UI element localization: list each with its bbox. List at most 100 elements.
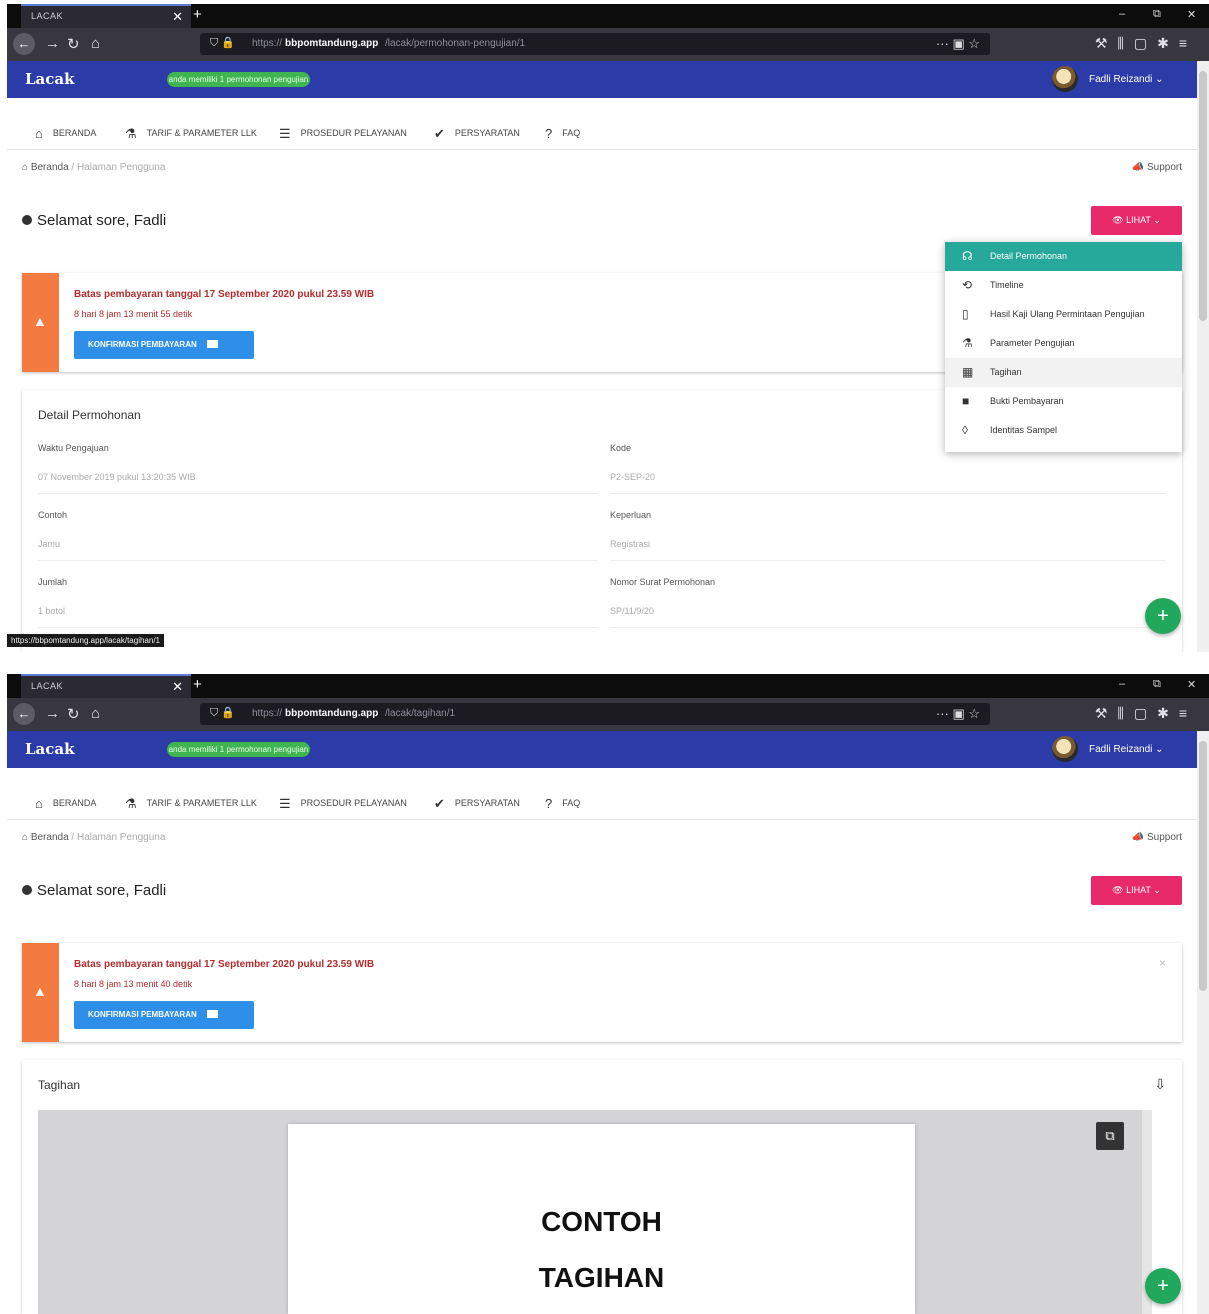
window-close-icon[interactable]: ✕ bbox=[1187, 8, 1196, 21]
breadcrumb-home-icon: ⌂ bbox=[22, 832, 29, 843]
browser-tab[interactable]: LACAK ✕ bbox=[21, 4, 191, 28]
avatar[interactable] bbox=[1052, 736, 1078, 762]
tab-title: LACAK bbox=[31, 681, 64, 691]
tab-close-icon[interactable]: ✕ bbox=[172, 9, 183, 25]
back-icon[interactable]: ← bbox=[13, 33, 35, 55]
menu-prosedur[interactable]: ☰ PROSEDUR PELAYANAN bbox=[279, 126, 407, 142]
page-scrollbar[interactable] bbox=[1197, 61, 1209, 652]
url-bar[interactable]: ⛉ 🔒 https:// bbpomtandung.app /lacak/tag… bbox=[200, 703, 990, 725]
app-logo[interactable]: Lacak bbox=[25, 740, 75, 758]
forward-icon[interactable]: → bbox=[45, 35, 60, 52]
dropdown-item-detail[interactable]: ☊ Detail Permohonan bbox=[945, 242, 1182, 271]
new-tab-button[interactable]: + bbox=[193, 676, 202, 693]
app-logo[interactable]: Lacak bbox=[25, 70, 75, 88]
user-menu[interactable]: Fadli Reizandi ⌄ bbox=[1089, 744, 1164, 755]
bookmark-star-icon[interactable]: ··· ▣ ☆ bbox=[936, 36, 980, 52]
dropdown-item-tagihan[interactable]: ▦ Tagihan bbox=[945, 358, 1182, 387]
open-external-icon[interactable]: ⧉ bbox=[1096, 1122, 1124, 1150]
user-name: Fadli Reizandi bbox=[1089, 74, 1153, 85]
flask-icon: ⚗ bbox=[962, 336, 973, 350]
alert-side: ▲ bbox=[22, 943, 59, 1042]
menu-persyaratan[interactable]: ✔ PERSYARATAN bbox=[434, 796, 520, 812]
fab-add-button[interactable]: + bbox=[1145, 1268, 1181, 1304]
megaphone-icon: 📣 bbox=[1131, 162, 1145, 173]
divider bbox=[38, 627, 598, 628]
toolbar-extension-icons[interactable]: ⚒⫼▢✱≡ bbox=[1095, 705, 1197, 722]
user-menu[interactable]: Fadli Reizandi ⌄ bbox=[1089, 74, 1164, 85]
back-icon[interactable]: ← bbox=[13, 703, 35, 725]
url-protocol: https:// bbox=[252, 708, 283, 719]
breadcrumb-home[interactable]: Beranda bbox=[31, 162, 69, 173]
new-tab-button[interactable]: + bbox=[193, 6, 202, 23]
menu-prosedur[interactable]: ☰ PROSEDUR PELAYANAN bbox=[279, 796, 407, 812]
document-viewer[interactable]: CONTOH TAGIHAN ⧉ bbox=[38, 1110, 1152, 1314]
restore-icon[interactable]: ⧉ bbox=[1153, 8, 1161, 21]
page-title: Selamat sore, Fadli bbox=[22, 212, 166, 229]
page-scrollbar[interactable] bbox=[1197, 731, 1209, 1314]
tab-title: LACAK bbox=[31, 11, 64, 21]
check-icon: ✔ bbox=[434, 126, 445, 141]
status-badge[interactable]: anda memiliki 1 permohonan pengujian bbox=[167, 72, 310, 87]
dropdown-item-parameter[interactable]: ⚗ Parameter Pengujian bbox=[945, 329, 1182, 358]
breadcrumb-current: Halaman Pengguna bbox=[76, 162, 166, 173]
avatar[interactable] bbox=[1052, 66, 1078, 92]
confirm-payment-button[interactable]: KONFIRMASI PEMBAYARAN bbox=[74, 331, 254, 359]
confirm-payment-button[interactable]: KONFIRMASI PEMBAYARAN bbox=[74, 1001, 254, 1029]
divider bbox=[38, 493, 598, 494]
list-icon: ☰ bbox=[279, 796, 291, 811]
divider bbox=[610, 560, 1166, 561]
alert-close-icon[interactable]: × bbox=[1159, 956, 1166, 970]
history-icon: ⟲ bbox=[962, 278, 973, 292]
restore-icon[interactable]: ⧉ bbox=[1153, 678, 1161, 691]
menu-tarif[interactable]: ⚗ TARIF & PARAMETER LLK bbox=[125, 796, 257, 812]
home-icon[interactable]: ⌂ bbox=[91, 35, 100, 52]
lihat-button[interactable]: 👁 LIHAT ⌄ bbox=[1091, 876, 1182, 905]
document-heading-line1: CONTOH bbox=[541, 1206, 662, 1237]
menu-beranda[interactable]: ⌂ BERANDA bbox=[35, 796, 96, 811]
field-value: 1 botol bbox=[38, 606, 66, 616]
app-header: Lacak anda memiliki 1 permohonan penguji… bbox=[7, 731, 1197, 768]
menu-faq[interactable]: ? FAQ bbox=[545, 796, 580, 811]
link-status-tooltip: https://bbpomtandung.app/lacak/tagihan/1 bbox=[7, 634, 164, 647]
app-header: Lacak anda memiliki 1 permohonan penguji… bbox=[7, 61, 1197, 98]
dropdown-item-bukti[interactable]: ■ Bukti Pembayaran bbox=[945, 387, 1182, 416]
minimize-icon[interactable]: – bbox=[1119, 678, 1125, 690]
dropdown-item-timeline[interactable]: ⟲ Timeline bbox=[945, 271, 1182, 300]
question-icon: ? bbox=[545, 126, 553, 141]
field-value: P2-SEP-20 bbox=[610, 472, 656, 482]
divider bbox=[610, 627, 1166, 628]
field-label: Jumlah bbox=[38, 577, 68, 587]
menu-tarif[interactable]: ⚗ TARIF & PARAMETER LLK bbox=[125, 126, 257, 142]
breadcrumb-home[interactable]: Beranda bbox=[31, 832, 69, 843]
support-link[interactable]: 📣 Support bbox=[1132, 832, 1182, 843]
scrollbar-thumb[interactable] bbox=[1199, 741, 1207, 991]
home-outline-icon: ⌂ bbox=[35, 796, 43, 811]
support-link[interactable]: 📣 Support bbox=[1132, 162, 1182, 173]
browser-tab[interactable]: LACAK ✕ bbox=[21, 674, 191, 698]
reload-icon[interactable]: ↻ bbox=[67, 35, 80, 53]
bookmark-star-icon[interactable]: ··· ▣ ☆ bbox=[936, 706, 980, 722]
minimize-icon[interactable]: – bbox=[1119, 8, 1125, 20]
scrollbar-thumb[interactable] bbox=[1199, 71, 1207, 321]
reload-icon[interactable]: ↻ bbox=[67, 705, 80, 723]
home-icon[interactable]: ⌂ bbox=[91, 705, 100, 722]
menu-persyaratan[interactable]: ✔ PERSYARATAN bbox=[434, 126, 520, 142]
dropdown-item-hasil-kaji[interactable]: ▯ Hasil Kaji Ulang Permintaan Pengujian bbox=[945, 300, 1182, 329]
window-close-icon[interactable]: ✕ bbox=[1187, 678, 1196, 691]
download-icon[interactable]: ⇩ bbox=[1154, 1076, 1166, 1093]
menu-beranda[interactable]: ⌂ BERANDA bbox=[35, 126, 96, 141]
menu-faq[interactable]: ? FAQ bbox=[545, 126, 580, 141]
lihat-button[interactable]: 👁 LIHAT ⌄ bbox=[1091, 206, 1182, 235]
url-path: /lacak/tagihan/1 bbox=[385, 708, 456, 719]
url-bar[interactable]: ⛉ 🔒 https:// bbpomtandung.app /lacak/per… bbox=[200, 33, 990, 55]
main-menu: ⌂ BERANDA ⚗ TARIF & PARAMETER LLK ☰ PROSEDU… bbox=[7, 117, 1197, 150]
invoice-icon: ▦ bbox=[962, 365, 974, 379]
browser-nav-bar: ← → ↻ ⌂ ⛉ 🔒 https:// bbpomtandung.app /l… bbox=[7, 28, 1209, 61]
toolbar-extension-icons[interactable]: ⚒⫼▢✱≡ bbox=[1095, 35, 1197, 52]
fab-add-button[interactable]: + bbox=[1145, 598, 1181, 634]
dropdown-item-identitas[interactable]: ◊ Identitas Sampel bbox=[945, 416, 1182, 445]
status-badge[interactable]: anda memiliki 1 permohonan pengujian bbox=[167, 742, 310, 757]
forward-icon[interactable]: → bbox=[45, 705, 60, 722]
warning-icon: ▲ bbox=[33, 983, 47, 999]
tab-close-icon[interactable]: ✕ bbox=[172, 679, 183, 695]
